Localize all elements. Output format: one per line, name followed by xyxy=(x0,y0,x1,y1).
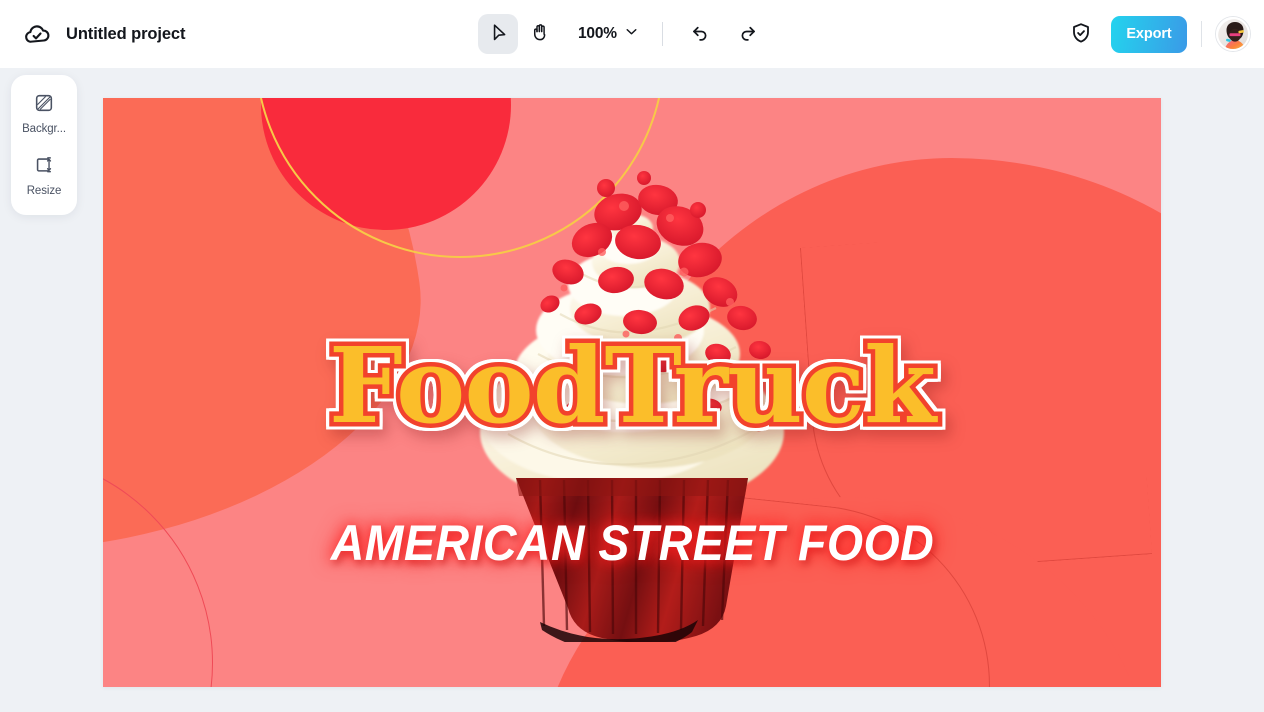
workspace: Backgr... Resize FoodTruck AMERICAN STRE… xyxy=(0,68,1264,712)
toolbar-divider xyxy=(661,22,663,46)
zoom-value: 100% xyxy=(578,25,617,42)
hand-icon xyxy=(530,22,551,46)
resize-icon xyxy=(33,154,55,179)
canvas-artboard: FoodTruck AMERICAN STREET FOOD xyxy=(103,98,1161,687)
user-avatar[interactable] xyxy=(1216,17,1250,51)
sidebar-item-background-label: Backgr... xyxy=(22,123,66,135)
select-tool-button[interactable] xyxy=(478,14,518,54)
hand-tool-button[interactable] xyxy=(520,14,560,54)
export-button[interactable]: Export xyxy=(1111,15,1187,53)
cupcake-image xyxy=(412,122,852,653)
chevron-down-icon xyxy=(623,23,640,45)
redo-arrow-icon xyxy=(737,22,759,47)
undo-arrow-icon xyxy=(689,22,711,47)
project-title[interactable]: Untitled project xyxy=(66,25,186,44)
sidebar-item-resize-label: Resize xyxy=(26,185,62,197)
left-sidebar-panel: Backgr... Resize xyxy=(11,75,77,215)
header-divider xyxy=(1201,21,1202,47)
sidebar-item-background[interactable]: Backgr... xyxy=(14,85,74,141)
header-left-group: Untitled project xyxy=(0,19,186,49)
redo-button[interactable] xyxy=(729,15,767,53)
app-header: Untitled project 100% Export xyxy=(0,0,1264,68)
cloud-check-icon[interactable] xyxy=(22,19,52,49)
sidebar-item-resize[interactable]: Resize xyxy=(14,147,74,203)
shield-check-button[interactable] xyxy=(1061,14,1101,54)
zoom-control[interactable]: 100% xyxy=(574,19,644,49)
design-canvas[interactable]: FoodTruck AMERICAN STREET FOOD xyxy=(103,98,1161,687)
cursor-arrow-icon xyxy=(488,22,509,46)
undo-button[interactable] xyxy=(681,15,719,53)
shield-check-icon xyxy=(1069,21,1093,48)
header-right-group: Export xyxy=(1061,0,1250,68)
header-center-toolbar: 100% xyxy=(478,0,767,68)
background-pattern-icon xyxy=(33,92,55,117)
